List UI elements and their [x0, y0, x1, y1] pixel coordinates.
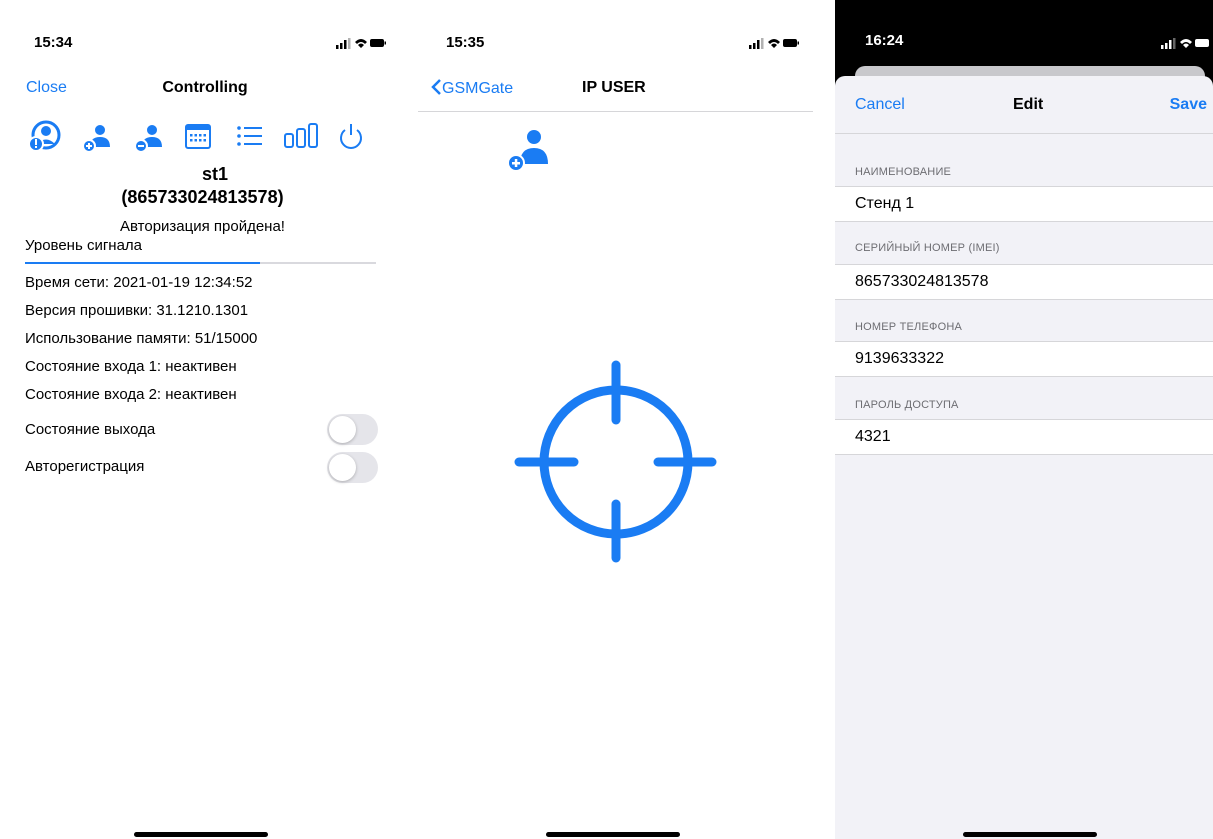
- save-button[interactable]: Save: [1170, 96, 1207, 114]
- output-state-toggle[interactable]: [327, 414, 378, 445]
- password-section-label: ПАРОЛЬ ДОСТУПА: [855, 399, 959, 411]
- back-label: GSMGate: [442, 80, 514, 97]
- page-title: Controlling: [162, 79, 248, 96]
- signal-level-fill: [25, 262, 261, 264]
- password-field[interactable]: 4321: [835, 419, 1213, 455]
- status-time: 16:24: [865, 32, 904, 49]
- imei-section-label: СЕРИЙНЫЙ НОМЕР (IMEI): [855, 242, 1000, 254]
- ip-user-screen: 15:35 GSMGate IP USER: [418, 0, 813, 839]
- device-imei: (865733024813578): [121, 187, 284, 207]
- add-user-icon[interactable]: [502, 126, 552, 176]
- network-time: Время сети: 2021-01-19 12:34:52: [25, 274, 253, 291]
- name-value: Стенд 1: [855, 195, 915, 212]
- status-time: 15:34: [34, 34, 73, 51]
- remove-user-icon[interactable]: [132, 120, 166, 154]
- phone-field[interactable]: 9139633322: [835, 341, 1213, 377]
- firmware-version: Версия прошивки: 31.1210.1301: [25, 302, 249, 319]
- list-icon[interactable]: [232, 120, 266, 154]
- imei-field[interactable]: 865733024813578: [835, 264, 1213, 300]
- chevron-left-icon: [431, 79, 441, 95]
- home-indicator: [963, 832, 1097, 837]
- toggle-knob: [329, 416, 356, 443]
- autoregistration-toggle[interactable]: [327, 452, 378, 483]
- edit-sheet: Cancel Edit Save НАИМЕНОВАНИЕ Стенд 1 СЕ…: [835, 76, 1213, 839]
- bar-chart-icon[interactable]: [282, 120, 322, 154]
- input1-state: Состояние входа 1: неактивен: [25, 358, 237, 375]
- user-info-icon[interactable]: [28, 120, 62, 154]
- toggle-knob: [329, 454, 356, 481]
- home-indicator: [134, 832, 268, 837]
- crosshair-icon[interactable]: [514, 360, 718, 564]
- status-bar: 15:35: [418, 0, 813, 62]
- password-value: 4321: [855, 428, 891, 445]
- name-field[interactable]: Стенд 1: [835, 186, 1213, 222]
- auth-status: Авторизация пройдена!: [120, 218, 285, 235]
- back-button[interactable]: GSMGate: [430, 78, 513, 98]
- home-indicator: [546, 832, 680, 837]
- status-bar: 15:34: [0, 0, 410, 62]
- name-section-label: НАИМЕНОВАНИЕ: [855, 166, 952, 178]
- status-bar: 16:24: [835, 0, 1213, 62]
- status-indicators-icon: [1161, 38, 1209, 49]
- phone-value: 9139633322: [855, 350, 944, 367]
- phone-section-label: НОМЕР ТЕЛЕФОНА: [855, 321, 963, 333]
- device-name: st1: [201, 164, 228, 184]
- page-title: Edit: [1013, 96, 1044, 113]
- nav-bar: Cancel Edit Save: [835, 76, 1213, 134]
- output-state-label: Состояние выхода: [25, 421, 156, 438]
- page-title: IP USER: [582, 79, 646, 96]
- status-indicators-icon: [336, 38, 386, 49]
- calendar-icon[interactable]: [182, 120, 216, 154]
- signal-level-bar: [25, 262, 376, 264]
- imei-value: 865733024813578: [855, 273, 989, 290]
- cancel-button[interactable]: Cancel: [855, 96, 905, 114]
- power-icon[interactable]: [336, 120, 366, 154]
- autoregistration-label: Авторегистрация: [25, 458, 145, 475]
- memory-usage: Использование памяти: 51/15000: [25, 330, 258, 347]
- signal-label: Уровень сигнала: [25, 237, 143, 254]
- toolbar: [24, 120, 364, 154]
- status-time: 15:35: [446, 34, 485, 51]
- nav-bar: GSMGate IP USER: [418, 64, 813, 112]
- add-user-icon[interactable]: [80, 120, 114, 154]
- controlling-screen: 15:34 Close Controlling st1 (86573302481…: [0, 0, 410, 839]
- edit-screen: 16:24 Cancel Edit Save НАИМЕНОВАНИЕ Стен…: [835, 0, 1213, 839]
- input2-state: Состояние входа 2: неактивен: [25, 386, 237, 403]
- nav-bar: Close Controlling: [0, 64, 410, 112]
- status-indicators-icon: [749, 38, 799, 49]
